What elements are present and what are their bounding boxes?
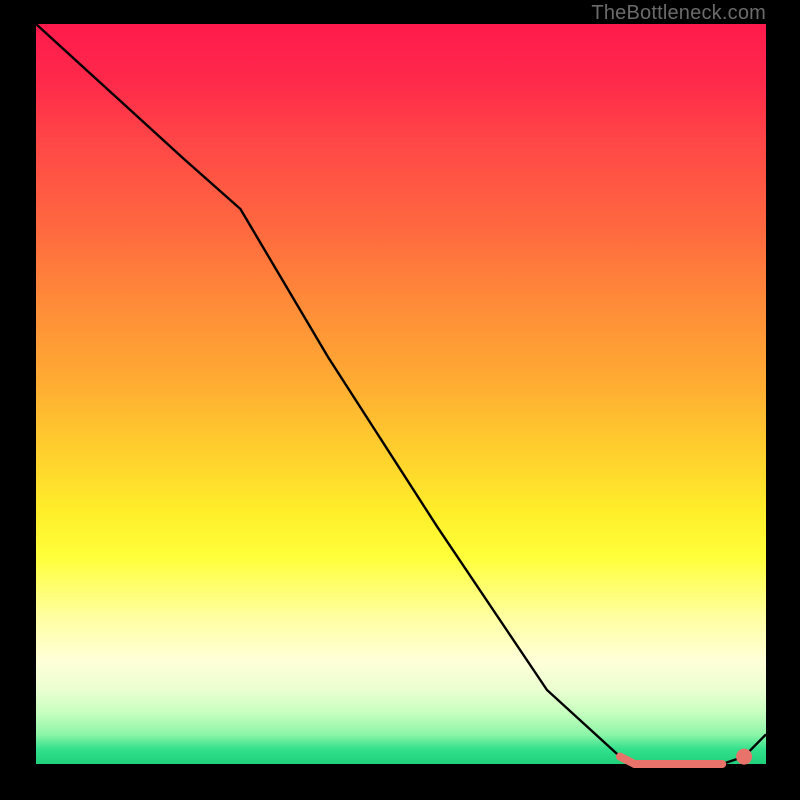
watermark-text: TheBottleneck.com (591, 2, 766, 25)
end-marker (736, 749, 752, 765)
line-path (36, 24, 766, 764)
series-line (36, 24, 766, 765)
chart-frame: TheBottleneck.com (0, 0, 800, 800)
line-highlight (620, 757, 722, 764)
chart-overlay (36, 24, 766, 764)
